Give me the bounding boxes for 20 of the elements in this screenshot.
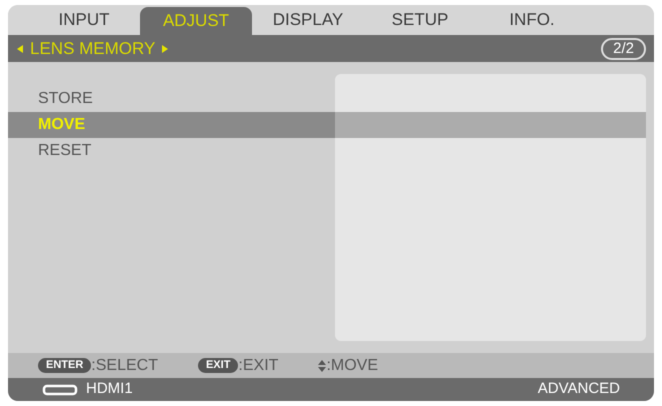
- section-title: LENS MEMORY: [30, 38, 156, 60]
- key-badge: EXIT: [198, 358, 238, 373]
- page-indicator: 2/2: [601, 38, 646, 60]
- hint-label: :SELECT: [91, 356, 158, 376]
- menu-tab[interactable]: SETUP: [364, 5, 476, 35]
- menu-tab[interactable]: DISPLAY: [252, 5, 364, 35]
- menu-tab[interactable]: INPUT: [28, 5, 140, 35]
- hint-label: :EXIT: [238, 356, 278, 376]
- up-down-arrows-icon: [318, 360, 326, 372]
- menu-item[interactable]: STORE: [8, 86, 654, 112]
- menu-mode: ADVANCED: [538, 379, 620, 400]
- right-arrow-icon[interactable]: [161, 44, 170, 54]
- menu-tab[interactable]: ADJUST: [140, 7, 252, 35]
- key-badge: ENTER: [38, 358, 92, 373]
- input-source: HDMI1: [86, 379, 133, 400]
- hint-label: :MOVE: [326, 356, 378, 376]
- left-arrow-icon[interactable]: [16, 44, 24, 54]
- menu-tab[interactable]: INFO.: [476, 5, 588, 35]
- hdmi-icon: [42, 384, 78, 396]
- menu-item[interactable]: RESET: [8, 138, 654, 164]
